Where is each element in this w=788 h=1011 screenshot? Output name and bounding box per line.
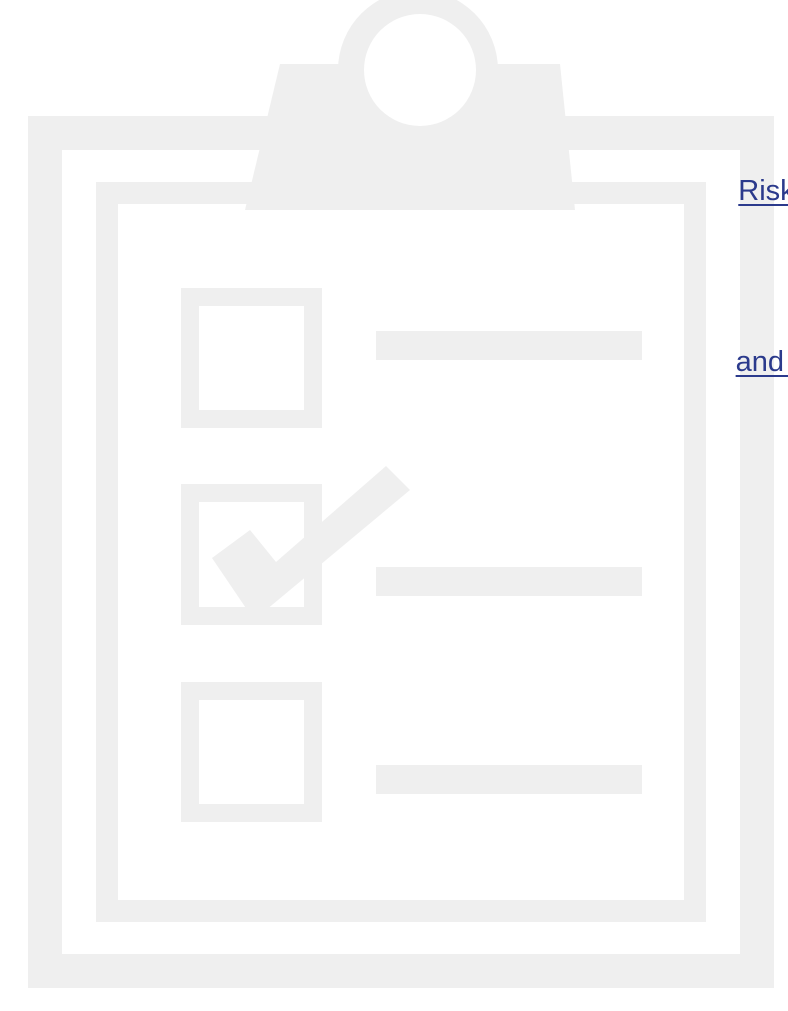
operational-link[interactable]: and Operational [736, 345, 788, 379]
clipboard-checklist-icon [28, 0, 774, 988]
page: Risk Management and Operational [0, 0, 788, 1011]
risk-management-link[interactable]: Risk Management [738, 174, 788, 208]
